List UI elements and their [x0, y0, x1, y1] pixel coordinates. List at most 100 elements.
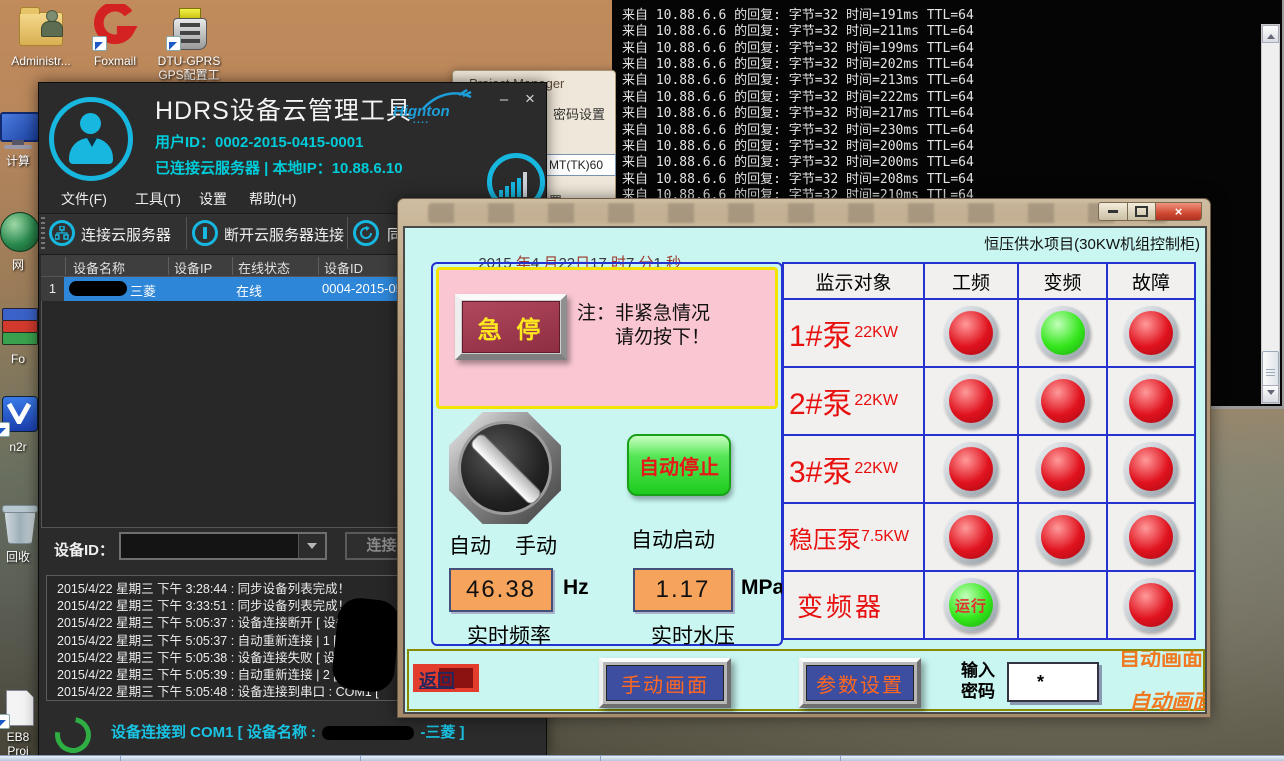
shortcut-arrow-icon [166, 36, 181, 51]
scroll-down-button[interactable] [1262, 385, 1279, 403]
status-bar-text: 设备连接到 COM1 [ 设备名称 : -三菱 ] [111, 721, 465, 742]
menu-tools[interactable]: 工具(T) [135, 189, 181, 209]
shortcut-arrow-icon [0, 714, 10, 729]
col-online-status: 在线状态 [238, 258, 290, 277]
frequency-caption: 实时频率 [467, 620, 551, 650]
redaction-blob [69, 281, 127, 296]
run-label: 运行 [955, 595, 987, 616]
device-status: 在线 [236, 281, 262, 300]
ping-line: 来自 10.88.6.6 的回复: 字节=32 时间=208ms TTL=64 [622, 168, 1252, 184]
model-field[interactable]: MT(TK)60 [545, 154, 616, 176]
console-scrollbar[interactable] [1261, 24, 1280, 404]
indicator-lamp [944, 510, 998, 564]
return-button[interactable]: 返回 [413, 664, 479, 692]
header-variable-frequency: 变频 [1019, 264, 1106, 298]
password-label-line1: 输入 [961, 660, 995, 681]
toolbar-gripper[interactable] [41, 217, 45, 249]
manual-screen-button[interactable]: 手动画面 [599, 658, 731, 708]
indicator-lamp [944, 306, 998, 360]
emergency-note: 注：非紧急情况 请勿按下！ [577, 302, 710, 350]
ping-line: 来自 10.88.6.6 的回复: 字节=32 时间=191ms TTL=64 [622, 4, 1252, 20]
pump-row-label: 2#泵22KW [784, 368, 923, 434]
document-icon [0, 688, 42, 730]
ping-line: 来自 10.88.6.6 的回复: 字节=32 时间=230ms TTL=64 [622, 119, 1252, 135]
indicator-lamp [1124, 306, 1178, 360]
pump-row-label: 稳压泵7.5KW [784, 504, 923, 570]
shortcut-arrow-icon [0, 422, 10, 437]
monitor-table: 监示对象 工频 变频 故障 1#泵22KW 2#泵22KW 3#泵22KW 稳压… [782, 262, 1196, 640]
serial-connector-icon [165, 4, 213, 52]
note-line-1: 注：非紧急情况 [577, 302, 710, 326]
taskbar-sliver[interactable] [0, 755, 1284, 761]
header-fault: 故障 [1108, 264, 1194, 298]
ping-line: 来自 10.88.6.6 的回复: 字节=32 时间=211ms TTL=64 [622, 20, 1252, 36]
manual-screen-label: 手动画面 [606, 665, 724, 701]
brand-subtext-bar: ▪▪▪▪ [393, 120, 450, 126]
indicator-lamp [944, 374, 998, 428]
triangle-down-icon [1267, 390, 1275, 399]
frequency-display: 46.38 [449, 568, 553, 612]
run-indicator-lamp: 运行 [944, 578, 998, 632]
ping-line: 来自 10.88.6.6 的回复: 字节=32 时间=217ms TTL=64 [622, 102, 1252, 118]
close-button[interactable]: × [1156, 202, 1202, 221]
minimize-button[interactable]: – [494, 90, 514, 110]
indicator-lamp [1036, 374, 1090, 428]
password-input[interactable] [1007, 662, 1099, 702]
indicator-lamp [1036, 306, 1090, 360]
triangle-down-icon [307, 543, 317, 554]
pump-row-label: 3#泵22KW [784, 436, 923, 502]
device-name: 三菱 [130, 281, 156, 300]
desktop-icon-dtu-gprs[interactable]: DTU-GPRS GPS配置工 [150, 4, 228, 82]
maximize-button[interactable] [1128, 202, 1156, 221]
auto-stop-button[interactable]: 自动停止 [627, 434, 731, 496]
scroll-up-button[interactable] [1262, 25, 1279, 43]
disconnect-server-icon [192, 220, 218, 246]
ping-line: 来自 10.88.6.6 的回复: 字节=32 时间=222ms TTL=64 [622, 86, 1252, 102]
ping-line: 来自 10.88.6.6 的回复: 字节=32 时间=199ms TTL=64 [622, 37, 1252, 53]
minimize-icon [1108, 210, 1118, 213]
marquee-clip: 自动画面 [1119, 651, 1207, 667]
selector-label-manual: 手动 [515, 530, 557, 560]
parameter-settings-button[interactable]: 参数设置 [799, 658, 921, 708]
indicator-lamp [1124, 442, 1178, 496]
hmi-screen: 2015 年4 月22日17 时7 分1 秒 恒压供水项目(30KW机组控制柜)… [403, 226, 1207, 714]
disconnect-server-button[interactable]: 断开云服务器连接 [224, 224, 344, 245]
desktop-icon-administrator[interactable]: Administr... [2, 4, 80, 68]
ping-line: 来自 10.88.6.6 的回复: 字节=32 时间=202ms TTL=64 [622, 53, 1252, 69]
combobox-dropdown-button[interactable] [298, 534, 325, 558]
header-line-frequency: 工频 [925, 264, 1017, 298]
row-number: 1 [41, 277, 64, 301]
redaction-blob [330, 596, 401, 694]
device-id-label: 设备ID： [54, 539, 114, 560]
password-settings-label: 密码设置 [553, 104, 605, 123]
auto-screen-marquee: 自动画面 [1119, 651, 1207, 667]
sync-refresh-icon [353, 220, 379, 246]
menu-help[interactable]: 帮助(H) [249, 189, 296, 209]
emergency-stop-button[interactable]: 急 停 [455, 294, 567, 360]
connect-server-button[interactable]: 连接云服务器 [81, 224, 171, 245]
pump-row-label: 变频器 [784, 572, 923, 638]
indicator-lamp [1036, 442, 1090, 496]
titlebar-glass [428, 203, 1168, 223]
status-suffix: -三菱 ] [420, 724, 464, 741]
ping-line: 来自 10.88.6.6 的回复: 字节=32 时间=200ms TTL=64 [622, 135, 1252, 151]
toolbar-separator [186, 217, 187, 249]
winrar-books-icon [0, 302, 42, 350]
return-label: 返回 [419, 667, 455, 693]
indicator-lamp [1124, 510, 1178, 564]
indicator-lamp [1124, 578, 1178, 632]
menu-file[interactable]: 文件(F) [61, 189, 107, 209]
connection-status: 已连接云服务器 | 本地IP：10.88.6.10 [155, 157, 403, 178]
v-app-icon [0, 390, 42, 438]
ping-line: 来自 10.88.6.6 的回复: 字节=32 时间=213ms TTL=64 [622, 69, 1252, 85]
pressure-caption: 实时水压 [651, 620, 735, 650]
close-button[interactable]: × [520, 89, 540, 109]
device-id-combobox[interactable] [119, 532, 327, 560]
brand-swoosh-icon [421, 89, 473, 111]
frequency-unit: Hz [563, 576, 589, 600]
icon-label-2: GPS配置工 [150, 68, 228, 82]
minimize-button[interactable] [1098, 202, 1128, 221]
menu-settings[interactable]: 设置 [199, 189, 227, 209]
parameter-settings-label: 参数设置 [806, 665, 914, 701]
desktop-icon-foxmail[interactable]: Foxmail [76, 4, 154, 68]
